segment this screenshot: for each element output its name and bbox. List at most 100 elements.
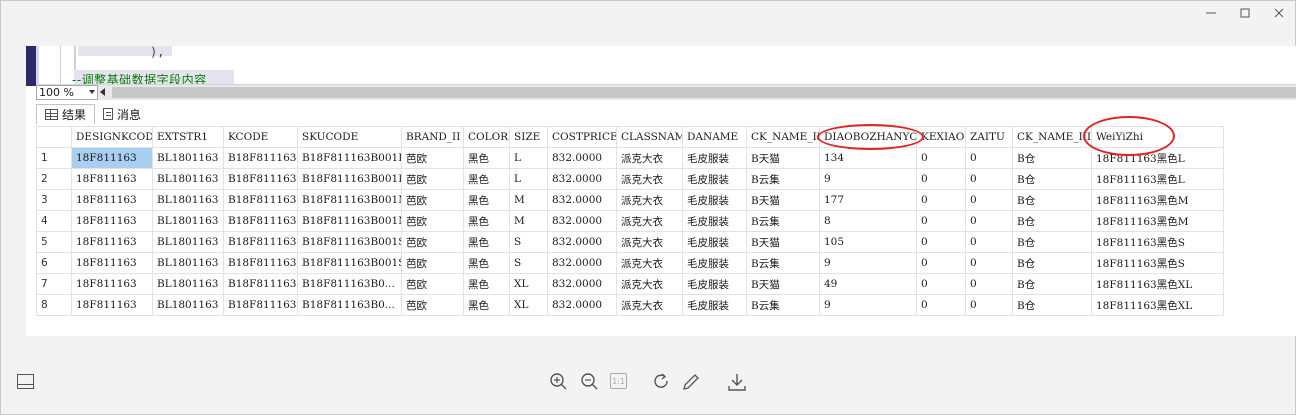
- table-cell[interactable]: 芭欧: [401, 189, 464, 211]
- table-cell[interactable]: 0: [916, 189, 966, 211]
- table-cell[interactable]: 18F811163: [71, 294, 153, 316]
- table-cell[interactable]: 0: [965, 189, 1013, 211]
- table-cell[interactable]: BL1801163: [152, 231, 224, 253]
- table-cell[interactable]: B18F811163: [223, 168, 298, 190]
- table-cell[interactable]: 18F811163黑色L: [1091, 147, 1224, 169]
- table-cell[interactable]: 832.0000: [547, 252, 617, 274]
- table-cell[interactable]: 105: [819, 231, 917, 253]
- table-cell[interactable]: B18F811163B001S: [297, 231, 402, 253]
- tab-results[interactable]: 结果: [36, 104, 96, 124]
- table-cell[interactable]: 18F811163黑色S: [1091, 231, 1224, 253]
- table-cell[interactable]: 832.0000: [547, 147, 617, 169]
- column-header-weiyizhi[interactable]: WeiYiZhi: [1091, 126, 1224, 148]
- row-number[interactable]: 2: [36, 168, 72, 190]
- table-cell[interactable]: 派克大衣: [616, 294, 683, 316]
- table-cell[interactable]: 832.0000: [547, 210, 617, 232]
- table-cell[interactable]: B仓: [1012, 252, 1092, 274]
- table-cell[interactable]: 0: [965, 147, 1013, 169]
- table-cell[interactable]: B18F811163: [223, 252, 298, 274]
- download-icon[interactable]: [727, 372, 747, 392]
- column-header-brand_ii[interactable]: BRAND_II: [401, 126, 464, 148]
- table-cell[interactable]: BL1801163: [152, 294, 224, 316]
- tab-messages[interactable]: 消息: [95, 104, 149, 124]
- table-cell[interactable]: 8: [819, 210, 917, 232]
- table-row[interactable]: 5 18F811163 BL1801163 B18F811163 B18F811163B…: [36, 231, 1224, 253]
- row-number[interactable]: 6: [36, 252, 72, 274]
- row-number[interactable]: 1: [36, 147, 72, 169]
- column-header-costprice[interactable]: COSTPRICE: [547, 126, 617, 148]
- table-cell[interactable]: 832.0000: [547, 189, 617, 211]
- table-cell[interactable]: BL1801163: [152, 168, 224, 190]
- table-cell[interactable]: B仓: [1012, 168, 1092, 190]
- table-cell[interactable]: 18F811163: [71, 168, 153, 190]
- table-cell[interactable]: 黑色: [463, 252, 510, 274]
- table-cell[interactable]: 黑色: [463, 231, 510, 253]
- table-cell[interactable]: B云集: [746, 252, 820, 274]
- table-cell[interactable]: 0: [965, 252, 1013, 274]
- table-cell[interactable]: B天猫: [746, 147, 820, 169]
- table-cell[interactable]: 派克大衣: [616, 189, 683, 211]
- table-cell[interactable]: 9: [819, 168, 917, 190]
- table-cell[interactable]: B仓: [1012, 189, 1092, 211]
- table-cell[interactable]: 18F811163黑色M: [1091, 210, 1224, 232]
- table-row[interactable]: 4 18F811163 BL1801163 B18F811163 B18F811163B…: [36, 210, 1224, 232]
- row-number[interactable]: 7: [36, 273, 72, 295]
- table-cell[interactable]: 18F811163黑色XL: [1091, 273, 1224, 295]
- table-cell[interactable]: 0: [965, 231, 1013, 253]
- table-cell[interactable]: B18F811163: [223, 294, 298, 316]
- table-cell[interactable]: B18F811163B001L: [297, 147, 402, 169]
- table-cell[interactable]: BL1801163: [152, 273, 224, 295]
- table-cell[interactable]: XL: [509, 273, 548, 295]
- table-cell[interactable]: M: [509, 189, 548, 211]
- table-cell[interactable]: 毛皮服装: [682, 168, 747, 190]
- row-number[interactable]: 8: [36, 294, 72, 316]
- table-cell[interactable]: B仓: [1012, 210, 1092, 232]
- table-cell[interactable]: 9: [819, 252, 917, 274]
- corner-cell[interactable]: [36, 126, 72, 148]
- table-cell[interactable]: 黑色: [463, 147, 510, 169]
- table-cell[interactable]: 18F811163: [71, 231, 153, 253]
- table-cell[interactable]: 0: [916, 252, 966, 274]
- table-cell[interactable]: 芭欧: [401, 210, 464, 232]
- table-cell[interactable]: 芭欧: [401, 147, 464, 169]
- column-header-ck_name_ii[interactable]: CK_NAME_II: [746, 126, 820, 148]
- table-cell[interactable]: 毛皮服装: [682, 252, 747, 274]
- table-cell[interactable]: 9: [819, 294, 917, 316]
- table-cell[interactable]: 芭欧: [401, 231, 464, 253]
- column-header-zaitu[interactable]: ZAITU: [965, 126, 1013, 148]
- minimize-icon[interactable]: [1194, 0, 1228, 26]
- table-cell[interactable]: 177: [819, 189, 917, 211]
- table-cell[interactable]: BL1801163: [152, 189, 224, 211]
- table-cell[interactable]: B天猫: [746, 231, 820, 253]
- table-cell[interactable]: 派克大衣: [616, 147, 683, 169]
- table-cell[interactable]: BL1801163: [152, 252, 224, 274]
- table-cell[interactable]: 18F811163黑色L: [1091, 168, 1224, 190]
- row-number[interactable]: 5: [36, 231, 72, 253]
- table-cell[interactable]: 派克大衣: [616, 168, 683, 190]
- table-cell[interactable]: 毛皮服装: [682, 273, 747, 295]
- table-cell[interactable]: 派克大衣: [616, 210, 683, 232]
- row-number[interactable]: 3: [36, 189, 72, 211]
- table-cell[interactable]: 黑色: [463, 189, 510, 211]
- table-cell[interactable]: B天猫: [746, 189, 820, 211]
- column-header-diaobozhanyong[interactable]: DIAOBOZHANYONG: [819, 126, 917, 148]
- table-cell[interactable]: 18F811163: [71, 273, 153, 295]
- zoom-select[interactable]: 100 %: [36, 85, 98, 100]
- table-cell[interactable]: B仓: [1012, 147, 1092, 169]
- edit-icon[interactable]: [681, 372, 701, 392]
- table-cell[interactable]: 18F811163黑色S: [1091, 252, 1224, 274]
- table-cell[interactable]: B18F811163B001M: [297, 210, 402, 232]
- table-cell[interactable]: M: [509, 210, 548, 232]
- table-cell[interactable]: B仓: [1012, 273, 1092, 295]
- table-cell[interactable]: 毛皮服装: [682, 147, 747, 169]
- table-cell[interactable]: 18F811163黑色XL: [1091, 294, 1224, 316]
- table-cell[interactable]: 0: [916, 168, 966, 190]
- table-cell[interactable]: 832.0000: [547, 273, 617, 295]
- row-number[interactable]: 4: [36, 210, 72, 232]
- table-cell[interactable]: 芭欧: [401, 252, 464, 274]
- rotate-icon[interactable]: [652, 372, 672, 392]
- table-cell[interactable]: 0: [916, 231, 966, 253]
- zoom-out-icon[interactable]: [580, 372, 600, 392]
- scroll-left-icon[interactable]: [100, 88, 105, 96]
- table-row[interactable]: 7 18F811163 BL1801163 B18F811163 B18F811163B…: [36, 273, 1224, 295]
